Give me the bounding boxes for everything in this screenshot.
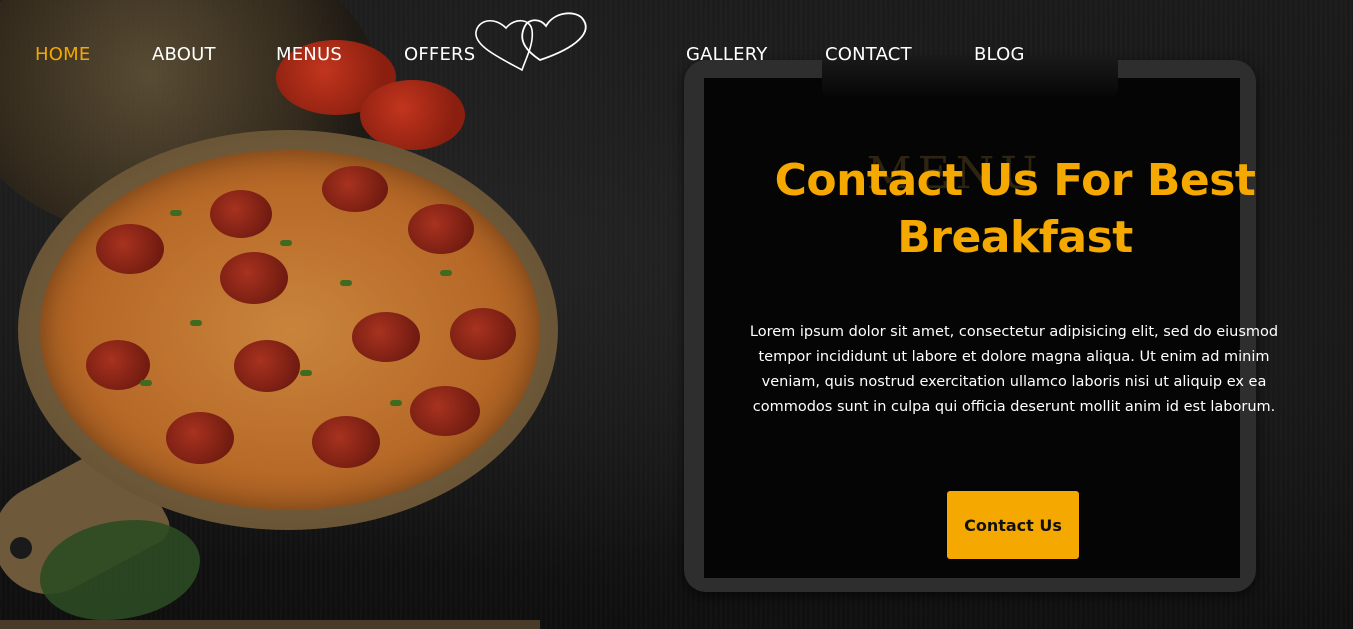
herb-garnish bbox=[140, 380, 152, 386]
nav-home[interactable]: HOME bbox=[35, 44, 90, 65]
pepperoni-slice bbox=[312, 416, 380, 468]
hero-description: Lorem ipsum dolor sit amet, consectetur … bbox=[749, 324, 1279, 415]
herb-garnish bbox=[340, 280, 352, 286]
double-heart-icon[interactable] bbox=[470, 8, 600, 78]
herb-garnish bbox=[390, 400, 402, 406]
pepperoni-slice bbox=[352, 312, 420, 362]
nav-about[interactable]: ABOUT bbox=[152, 44, 216, 65]
footer-image-strip bbox=[0, 620, 540, 629]
nav-blog[interactable]: BLOG bbox=[974, 44, 1025, 65]
board-handle-hole bbox=[10, 537, 32, 559]
herb-garnish bbox=[280, 240, 292, 246]
nav-gallery[interactable]: GALLERY bbox=[686, 44, 767, 65]
pepperoni-slice bbox=[450, 308, 516, 360]
nav-contact[interactable]: CONTACT bbox=[825, 44, 912, 65]
pepperoni-slice bbox=[322, 166, 388, 212]
pepperoni-slice bbox=[166, 412, 234, 464]
herb-garnish bbox=[440, 270, 452, 276]
pepperoni-slice bbox=[210, 190, 272, 238]
tomato-slice-image bbox=[360, 80, 465, 150]
pepperoni-slice bbox=[220, 252, 288, 304]
herb-garnish bbox=[170, 210, 182, 216]
herb-garnish bbox=[300, 370, 312, 376]
pepperoni-pizza-image bbox=[40, 150, 540, 510]
hero-title: Contact Us For Best Breakfast bbox=[774, 155, 1256, 263]
pepperoni-slice bbox=[410, 386, 480, 436]
pepperoni-slice bbox=[234, 340, 300, 392]
pepperoni-slice bbox=[408, 204, 474, 254]
herb-garnish bbox=[190, 320, 202, 326]
nav-offers[interactable]: OFFERS bbox=[404, 44, 475, 65]
main-navigation: HOME ABOUT MENUS OFFERS GALLERY CONTACT … bbox=[0, 44, 1353, 70]
nav-menus[interactable]: MENUS bbox=[276, 44, 342, 65]
pepperoni-slice bbox=[96, 224, 164, 274]
contact-us-button[interactable]: Contact Us bbox=[947, 491, 1079, 559]
